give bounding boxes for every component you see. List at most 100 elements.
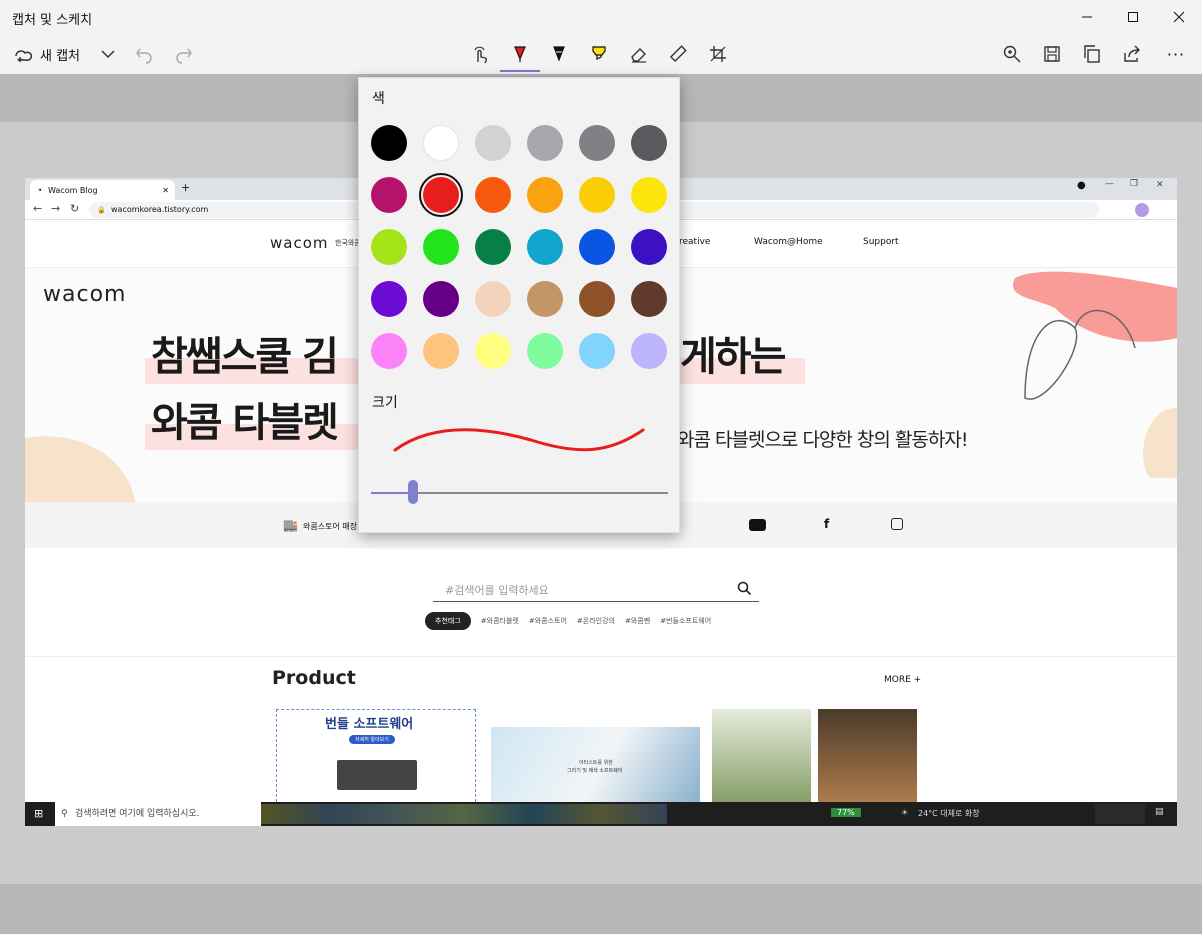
color-swatch[interactable] <box>631 229 667 265</box>
taskbar-clock <box>1095 804 1145 824</box>
youtube-icon <box>749 519 766 531</box>
canvas-margin-bottom <box>0 884 1202 934</box>
color-swatch[interactable] <box>475 125 511 161</box>
tab-close-icon: ✕ <box>162 185 169 195</box>
share-button[interactable] <box>1114 38 1150 70</box>
color-swatch[interactable] <box>475 333 511 369</box>
color-swatch[interactable] <box>579 177 615 213</box>
color-swatch[interactable] <box>579 333 615 369</box>
color-swatch[interactable] <box>371 333 407 369</box>
tag-item: #와콤타블렛 <box>480 617 519 625</box>
hero-logo: wacom <box>43 282 127 307</box>
color-swatch[interactable] <box>631 281 667 317</box>
color-swatch[interactable] <box>423 125 459 161</box>
color-swatch[interactable] <box>631 125 667 161</box>
color-swatch[interactable] <box>371 125 407 161</box>
zoom-button[interactable] <box>994 38 1030 70</box>
tag-item: #와콤펜 <box>625 617 651 625</box>
color-swatch[interactable] <box>579 229 615 265</box>
maximize-button[interactable] <box>1110 0 1156 34</box>
touch-writing-icon <box>474 46 488 64</box>
color-swatch[interactable] <box>419 173 463 217</box>
share-icon <box>1124 45 1140 62</box>
pen-options-panel: 색 크기 <box>358 77 680 533</box>
crop-button[interactable] <box>700 38 736 70</box>
color-swatch[interactable] <box>631 177 667 213</box>
minimize-button[interactable] <box>1064 0 1110 34</box>
color-swatch[interactable] <box>475 229 511 265</box>
color-swatch[interactable] <box>423 281 459 317</box>
site-search-field: #검색어를 입력하세요 <box>433 574 759 602</box>
eraser-button[interactable] <box>621 38 657 70</box>
color-swatch[interactable] <box>579 125 615 161</box>
pencil-button[interactable] <box>541 38 577 70</box>
color-swatch[interactable] <box>579 281 615 317</box>
browser-restore-icon: ❐ <box>1130 179 1139 189</box>
color-swatch[interactable] <box>527 125 563 161</box>
tag-item: #온라인강의 <box>576 617 615 625</box>
color-swatch[interactable] <box>371 281 407 317</box>
nav-sub-label: 한국와콤 <box>335 239 361 247</box>
reload-icon: ↻ <box>70 202 80 215</box>
color-swatch[interactable] <box>527 229 563 265</box>
color-swatch[interactable] <box>527 177 563 213</box>
hero-heading-line1-end: 게하는 <box>680 334 786 380</box>
browser-account-icon: ● <box>1077 180 1086 191</box>
instagram-icon <box>891 518 903 530</box>
crop-icon <box>710 46 726 62</box>
hero-heading-line2: 와콤 타블렛 <box>151 400 339 446</box>
browser-tab-title: Wacom Blog <box>48 185 98 195</box>
windows-start-icon: ⊞ <box>34 807 44 820</box>
browser-tab: ⁍ Wacom Blog ✕ <box>30 180 175 200</box>
store-label: 와콤스토어 매장 <box>303 522 358 531</box>
lock-icon: 🔒 <box>97 206 106 214</box>
maximize-icon <box>1128 12 1138 22</box>
color-swatch[interactable] <box>527 281 563 317</box>
new-capture-button[interactable]: 새 캡처 <box>12 38 80 70</box>
color-swatch[interactable] <box>475 281 511 317</box>
highlighter-button[interactable] <box>581 38 617 70</box>
size-label: 크기 <box>372 395 398 411</box>
save-icon <box>1044 46 1060 62</box>
ballpoint-pen-icon <box>514 46 526 62</box>
tag-item: #번들소프트웨어 <box>660 617 712 625</box>
save-button[interactable] <box>1034 38 1070 70</box>
color-swatch[interactable] <box>527 333 563 369</box>
search-icon <box>737 581 751 595</box>
close-icon <box>1173 11 1185 23</box>
window-title: 캡처 및 스케치 <box>12 13 93 28</box>
battery-indicator: 77% <box>831 808 861 817</box>
recommended-tags: 추천태그 #와콤타블렛 #와콤스토어 #온라인강의 #와콤펜 #번들소프트웨어 <box>425 612 711 630</box>
ruler-button[interactable] <box>660 38 696 70</box>
copy-icon <box>1084 45 1100 63</box>
new-tab-icon: + <box>181 181 191 194</box>
nav-item-wacom-home: Wacom@Home <box>754 237 823 247</box>
favicon-icon: ⁍ <box>38 185 42 195</box>
redo-icon <box>176 48 192 64</box>
windows-taskbar: ⊞ ⚲ 검색하려면 여기에 입력하십시오. 77% ☀ 24°C 대체로 화창 … <box>25 802 1177 826</box>
color-swatch[interactable] <box>631 333 667 369</box>
more-button[interactable]: ··· <box>1158 38 1194 70</box>
ruler-icon <box>669 45 687 63</box>
color-swatch[interactable] <box>371 229 407 265</box>
title-bar: 캡처 및 스케치 <box>0 0 1202 34</box>
hero-heading-line1: 참쌤스쿨 김 <box>151 334 339 380</box>
color-swatch[interactable] <box>371 177 407 213</box>
size-slider-fill <box>371 492 413 494</box>
zoom-icon <box>1003 45 1021 63</box>
ballpoint-pen-button[interactable] <box>502 38 538 70</box>
close-button[interactable] <box>1156 0 1202 34</box>
copy-button[interactable] <box>1074 38 1110 70</box>
snip-sketch-window: 캡처 및 스케치 새 캡처 ··· ⁍ Wacom Blog ✕ + ● — ❐… <box>0 0 1202 934</box>
minimize-icon <box>1082 16 1092 18</box>
size-slider-thumb[interactable] <box>407 480 418 504</box>
touch-writing-button[interactable] <box>462 38 498 70</box>
color-swatch[interactable] <box>423 333 459 369</box>
stroke-preview <box>393 428 645 452</box>
profile-avatar-icon <box>1135 203 1149 217</box>
redo-button[interactable] <box>166 38 202 70</box>
capture-mode-dropdown[interactable] <box>90 38 126 70</box>
color-swatch[interactable] <box>423 229 459 265</box>
color-swatch[interactable] <box>475 177 511 213</box>
undo-button[interactable] <box>126 38 162 70</box>
